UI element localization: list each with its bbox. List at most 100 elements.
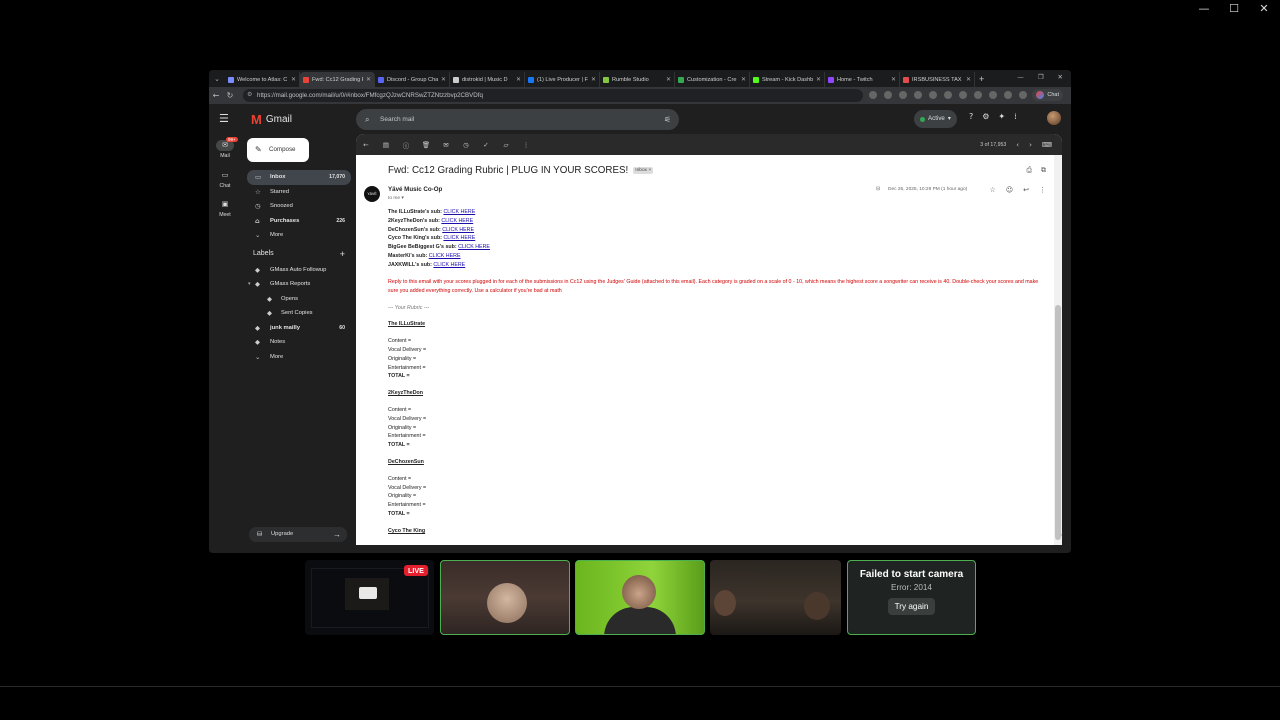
extension-icon[interactable] xyxy=(944,91,952,99)
label-item[interactable]: ◆ Notes xyxy=(247,335,351,350)
input-tools-icon[interactable]: ⌨ xyxy=(1042,141,1052,149)
more-vert-icon[interactable]: ⋮ xyxy=(1039,186,1046,194)
browser-tab[interactable]: IRSBUSINESS TAX ID✕ xyxy=(900,72,975,87)
rail-item-mail[interactable]: ✉ 99+ Mail xyxy=(209,137,241,159)
tab-close-icon[interactable]: ✕ xyxy=(366,76,371,83)
mark-unread-icon[interactable]: ✉ xyxy=(436,141,456,149)
label-item[interactable]: ◆ Opens xyxy=(247,292,351,307)
search-icon[interactable]: ⌕ xyxy=(365,109,369,130)
submission-link[interactable]: CLICK HERE xyxy=(441,218,473,224)
tab-close-icon[interactable]: ✕ xyxy=(291,76,296,83)
rail-item-meet[interactable]: ▣ Meet xyxy=(209,199,241,218)
close-icon[interactable]: ✕ xyxy=(1258,2,1270,15)
open-new-window-icon[interactable]: ⧉ xyxy=(1041,166,1046,175)
browser-tab[interactable]: Fwd: Cc12 Grading R ✕ xyxy=(300,72,375,87)
tab-close-icon[interactable]: ✕ xyxy=(741,76,746,83)
nav-item-snoozed[interactable]: ◷ Snoozed xyxy=(247,199,351,214)
submission-link[interactable]: CLICK HERE xyxy=(433,262,465,268)
minimize-icon[interactable]: — xyxy=(1017,73,1024,81)
browser-tab[interactable]: Discord - Group Cha ✕ xyxy=(375,72,450,87)
main-menu-icon[interactable]: ☰ xyxy=(219,112,229,125)
extension-icon[interactable] xyxy=(974,91,982,99)
tab-search-icon[interactable]: ⌄ xyxy=(209,75,225,83)
browser-tab[interactable]: (1) Live Producer | Fa ✕ xyxy=(525,72,600,87)
reply-icon[interactable]: ↩ xyxy=(1023,186,1029,194)
filter-icon[interactable]: ⚟ xyxy=(664,109,671,130)
tab-close-icon[interactable]: ✕ xyxy=(516,76,521,83)
url-field[interactable]: ⚙ https://mail.google.com/mail/u/0/#inbo… xyxy=(243,89,863,102)
nav-item-purchases[interactable]: ⌂ Purchases 226 xyxy=(247,214,351,229)
label-item[interactable]: ◆ Sent Copies xyxy=(247,306,351,321)
nav-item-inbox[interactable]: ▭ Inbox 17,070 xyxy=(247,170,351,185)
gmail-logo[interactable]: M Gmail xyxy=(251,112,292,127)
tab-close-icon[interactable]: ✕ xyxy=(966,76,971,83)
extension-icon[interactable] xyxy=(914,91,922,99)
tab-close-icon[interactable]: ✕ xyxy=(666,76,671,83)
site-info-icon[interactable]: ⚙ xyxy=(247,89,252,102)
rail-item-chat[interactable]: ▭ Chat xyxy=(209,170,241,189)
extension-icon[interactable] xyxy=(929,91,937,99)
label-item[interactable]: ▾ ◆ GMass Reports xyxy=(247,277,351,292)
extension-icon[interactable] xyxy=(959,91,967,99)
submission-link[interactable]: CLICK HERE xyxy=(429,253,461,259)
label-item[interactable]: ⌄ More xyxy=(247,350,351,365)
back-to-inbox-icon[interactable]: ← xyxy=(356,141,376,149)
nav-item-starred[interactable]: ☆ Starred xyxy=(247,185,351,200)
emoji-icon[interactable]: ☺ xyxy=(1006,186,1013,194)
submission-link[interactable]: CLICK HERE xyxy=(443,235,475,241)
reload-icon[interactable]: ↻ xyxy=(223,91,237,100)
extension-icon[interactable] xyxy=(989,91,997,99)
try-again-button[interactable]: Try again xyxy=(887,598,936,615)
camera-feed-2[interactable] xyxy=(575,560,705,635)
tab-close-icon[interactable]: ✕ xyxy=(891,76,896,83)
print-icon[interactable]: ⎙ xyxy=(1026,166,1032,175)
newer-icon[interactable]: ‹ xyxy=(1016,141,1019,149)
back-icon[interactable]: ← xyxy=(209,91,223,100)
older-icon[interactable]: › xyxy=(1029,141,1032,149)
maximize-icon[interactable]: ☐ xyxy=(1228,2,1240,15)
browser-tab[interactable]: Customization - Cre ✕ xyxy=(675,72,750,87)
add-to-tasks-icon[interactable]: ✓ xyxy=(476,141,496,149)
tab-close-icon[interactable]: ✕ xyxy=(441,76,446,83)
gemini-icon[interactable]: ✦ xyxy=(998,112,1005,121)
camera-feed-3[interactable] xyxy=(710,560,841,635)
restore-icon[interactable]: ❐ xyxy=(1038,73,1044,81)
submission-link[interactable]: CLICK HERE xyxy=(443,209,475,215)
extension-icon[interactable] xyxy=(1004,91,1012,99)
scrollbar[interactable] xyxy=(1054,155,1062,545)
search-input[interactable]: ⌕ Search mail ⚟ xyxy=(356,109,679,130)
delete-icon[interactable]: 🗑 xyxy=(416,141,436,149)
star-icon[interactable]: ☆ xyxy=(990,186,996,194)
browser-tab[interactable]: Rumble Studio ✕ xyxy=(600,72,675,87)
avatar[interactable] xyxy=(1047,111,1061,125)
close-icon[interactable]: ✕ xyxy=(1058,73,1063,81)
snooze-icon[interactable]: ◷ xyxy=(456,141,476,149)
caret-down-icon[interactable]: ▾ xyxy=(248,277,251,292)
more-options-icon[interactable]: ⋮ xyxy=(516,141,536,149)
settings-icon[interactable]: ⚙ xyxy=(982,112,989,121)
recipient-details[interactable]: to me ▾ xyxy=(388,196,404,201)
submission-link[interactable]: CLICK HERE xyxy=(442,227,474,233)
move-to-icon[interactable]: ▱ xyxy=(496,141,516,149)
chat-button[interactable]: Chat xyxy=(1032,89,1063,101)
add-label-icon[interactable]: + xyxy=(340,245,345,263)
browser-tab[interactable]: Welcome to Atlas: C ✕ xyxy=(225,72,300,87)
label-item[interactable]: ◆ junk mailly 60 xyxy=(247,321,351,336)
extension-icon[interactable] xyxy=(1019,91,1027,99)
tab-close-icon[interactable]: ✕ xyxy=(816,76,821,83)
nav-item-more[interactable]: ⌄ More xyxy=(247,228,351,243)
help-icon[interactable]: ? xyxy=(969,112,973,121)
side-panel-toggle-icon[interactable]: ‹ xyxy=(1060,531,1063,539)
report-spam-icon[interactable]: ⓘ xyxy=(396,140,416,150)
upgrade-button[interactable]: ⛁ Upgrade → xyxy=(249,527,347,542)
status-selector[interactable]: Active ▾ xyxy=(914,110,957,128)
submission-link[interactable]: CLICK HERE xyxy=(458,244,490,250)
minimize-icon[interactable]: — xyxy=(1198,2,1210,15)
extension-icon[interactable] xyxy=(884,91,892,99)
extension-icon[interactable] xyxy=(869,91,877,99)
camera-feed-1[interactable] xyxy=(440,560,570,635)
inbox-label-chip[interactable]: Inbox × xyxy=(633,167,654,174)
apps-grid-icon[interactable]: ⁞ xyxy=(1014,112,1017,121)
tab-close-icon[interactable]: ✕ xyxy=(591,76,596,83)
extension-icon[interactable] xyxy=(899,91,907,99)
